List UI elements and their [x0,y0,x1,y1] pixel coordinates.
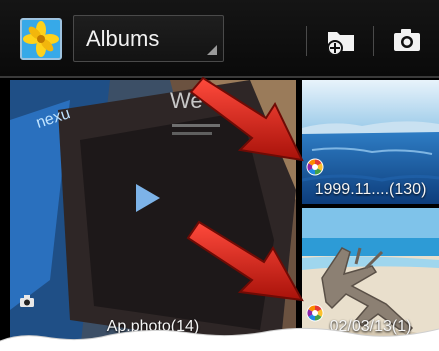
red-arrow-icon [189,76,304,162]
torn-edge-decoration [0,327,439,351]
red-arrow-icon [186,220,304,302]
annotation-overlay [186,76,304,302]
